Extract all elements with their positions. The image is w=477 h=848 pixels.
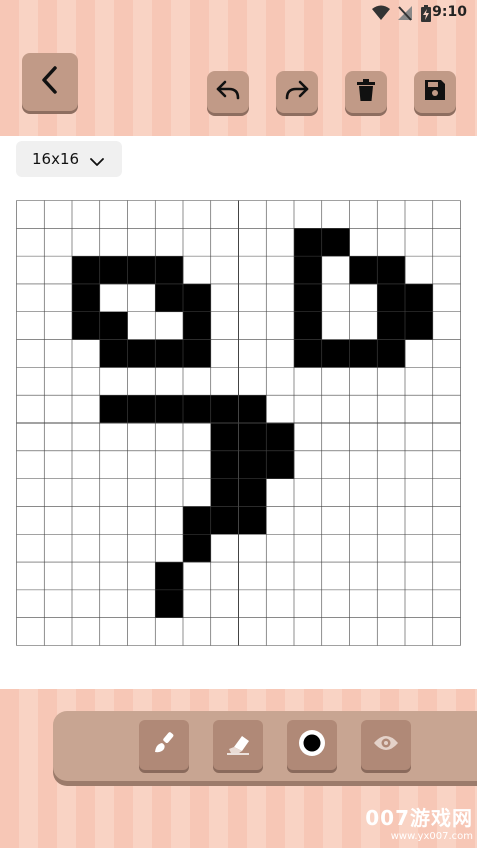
pixel-cell-filled[interactable] [294,311,323,340]
back-button[interactable] [22,53,78,111]
pixel-cell-filled[interactable] [127,339,156,368]
grid-size-select[interactable]: 16x16 [16,141,122,177]
brush-button[interactable] [139,720,189,770]
eye-icon [373,734,399,756]
tool-panel [53,711,477,781]
pixel-cell-filled[interactable] [183,534,212,563]
pixel-cell-filled[interactable] [321,228,350,257]
pixel-cell-filled[interactable] [99,395,128,424]
redo-icon [284,79,310,105]
status-bar: 9:10 [0,0,477,28]
pixel-cell-filled[interactable] [349,256,378,285]
pixel-cell-filled[interactable] [155,395,184,424]
pixel-cell-filled[interactable] [349,339,378,368]
watermark-main: 007游戏网 [365,806,473,830]
pixel-cell-filled[interactable] [210,395,239,424]
pixel-cell-filled[interactable] [72,283,101,313]
chevron-down-icon [90,153,104,171]
brush-icon [151,730,177,760]
pixel-cell-filled[interactable] [405,311,434,340]
pixel-cell-filled[interactable] [183,311,212,340]
preview-button[interactable] [361,720,411,770]
pixel-cell-filled[interactable] [183,339,212,368]
pixel-cell-filled[interactable] [294,283,323,313]
pixel-cell-filled[interactable] [210,450,239,479]
pixel-cell-filled[interactable] [210,506,239,535]
pixel-cell-filled[interactable] [238,478,267,507]
status-time: 9:10 [432,4,467,20]
pixel-cell-filled[interactable] [155,283,184,313]
color-button[interactable] [287,720,337,770]
header-bar: 9:10 [0,0,477,136]
floppy-disk-icon [425,80,445,104]
pixel-cell-filled[interactable] [127,395,156,424]
pixel-cell-filled[interactable] [72,311,101,340]
pixel-cell-filled[interactable] [294,228,323,257]
pixel-cell-filled[interactable] [238,423,267,452]
pixel-cell-filled[interactable] [377,256,406,285]
pixel-canvas[interactable] [16,200,461,646]
color-dot-icon [297,728,327,762]
pixel-cell-filled[interactable] [155,339,184,368]
undo-icon [215,79,241,105]
pixel-cell-filled[interactable] [155,256,184,285]
pixel-cell-filled[interactable] [377,339,406,368]
chevron-left-icon [38,65,62,99]
pixel-cell-filled[interactable] [99,256,128,285]
pixel-cell-filled[interactable] [99,339,128,368]
undo-button[interactable] [207,71,249,113]
pixel-cell-filled[interactable] [294,256,323,285]
pixel-cell-filled[interactable] [405,283,434,313]
pixel-cell-filled[interactable] [377,283,406,313]
trash-icon [356,79,376,105]
pixel-cell-filled[interactable] [99,311,128,340]
pixel-cell-filled[interactable] [183,395,212,424]
pixel-cell-filled[interactable] [72,256,101,285]
wifi-icon [372,5,390,25]
pixel-cell-filled[interactable] [155,562,184,591]
watermark: 007游戏网 www.yx007.com [365,802,473,842]
pixel-cell-filled[interactable] [183,283,212,313]
pixel-cell-filled[interactable] [321,339,350,368]
pixel-cell-filled[interactable] [127,256,156,285]
watermark-url: www.yx007.com [390,831,473,842]
eraser-icon [225,731,251,759]
battery-charging-icon [421,5,431,26]
pixel-cell-filled[interactable] [155,589,184,618]
pixel-cell-filled[interactable] [377,311,406,340]
pixel-cell-filled[interactable] [183,506,212,535]
pixel-cell-filled[interactable] [238,506,267,535]
delete-button[interactable] [345,71,387,113]
grid-size-value: 16x16 [32,150,80,168]
save-button[interactable] [414,71,456,113]
pixel-cell-filled[interactable] [210,478,239,507]
pixel-cell-filled[interactable] [294,339,323,368]
eraser-button[interactable] [213,720,263,770]
pixel-cell-filled[interactable] [238,395,267,424]
pixel-cell-filled[interactable] [210,423,239,452]
no-signal-icon [398,5,412,25]
pixel-cell-filled[interactable] [266,423,295,452]
pixel-cell-filled[interactable] [266,450,295,479]
redo-button[interactable] [276,71,318,113]
pixel-cell-filled[interactable] [238,450,267,479]
